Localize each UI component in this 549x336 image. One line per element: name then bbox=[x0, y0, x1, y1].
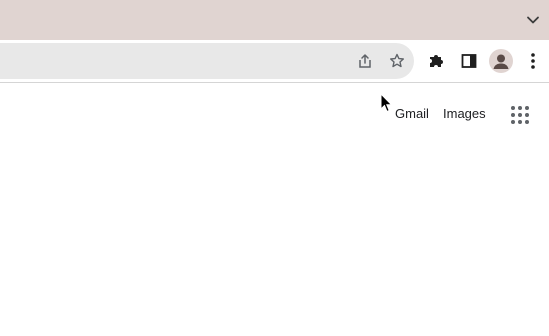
gmail-link[interactable]: Gmail bbox=[395, 106, 429, 121]
star-icon bbox=[390, 53, 404, 68]
extensions-button[interactable] bbox=[426, 50, 448, 72]
chrome-menu-button[interactable] bbox=[522, 50, 544, 72]
kebab-menu-icon bbox=[531, 53, 535, 69]
puzzle-icon bbox=[430, 55, 443, 67]
bookmark-button[interactable] bbox=[388, 52, 406, 70]
share-button[interactable] bbox=[356, 52, 374, 70]
tab-search-button[interactable] bbox=[525, 12, 541, 28]
apps-grid-icon[interactable] bbox=[511, 106, 529, 124]
profile-avatar-button[interactable] bbox=[489, 49, 513, 73]
chevron-down-icon bbox=[527, 16, 539, 24]
page-content: Gmail Images bbox=[0, 83, 549, 336]
browser-toolbar bbox=[0, 40, 549, 83]
avatar-icon bbox=[493, 54, 509, 69]
side-panel-icon bbox=[461, 54, 477, 68]
side-panel-button[interactable] bbox=[458, 50, 480, 72]
tab-strip bbox=[0, 0, 549, 40]
images-link[interactable]: Images bbox=[443, 106, 486, 121]
share-icon bbox=[359, 54, 371, 68]
mouse-cursor-icon bbox=[380, 93, 393, 113]
address-bar[interactable] bbox=[0, 43, 414, 79]
